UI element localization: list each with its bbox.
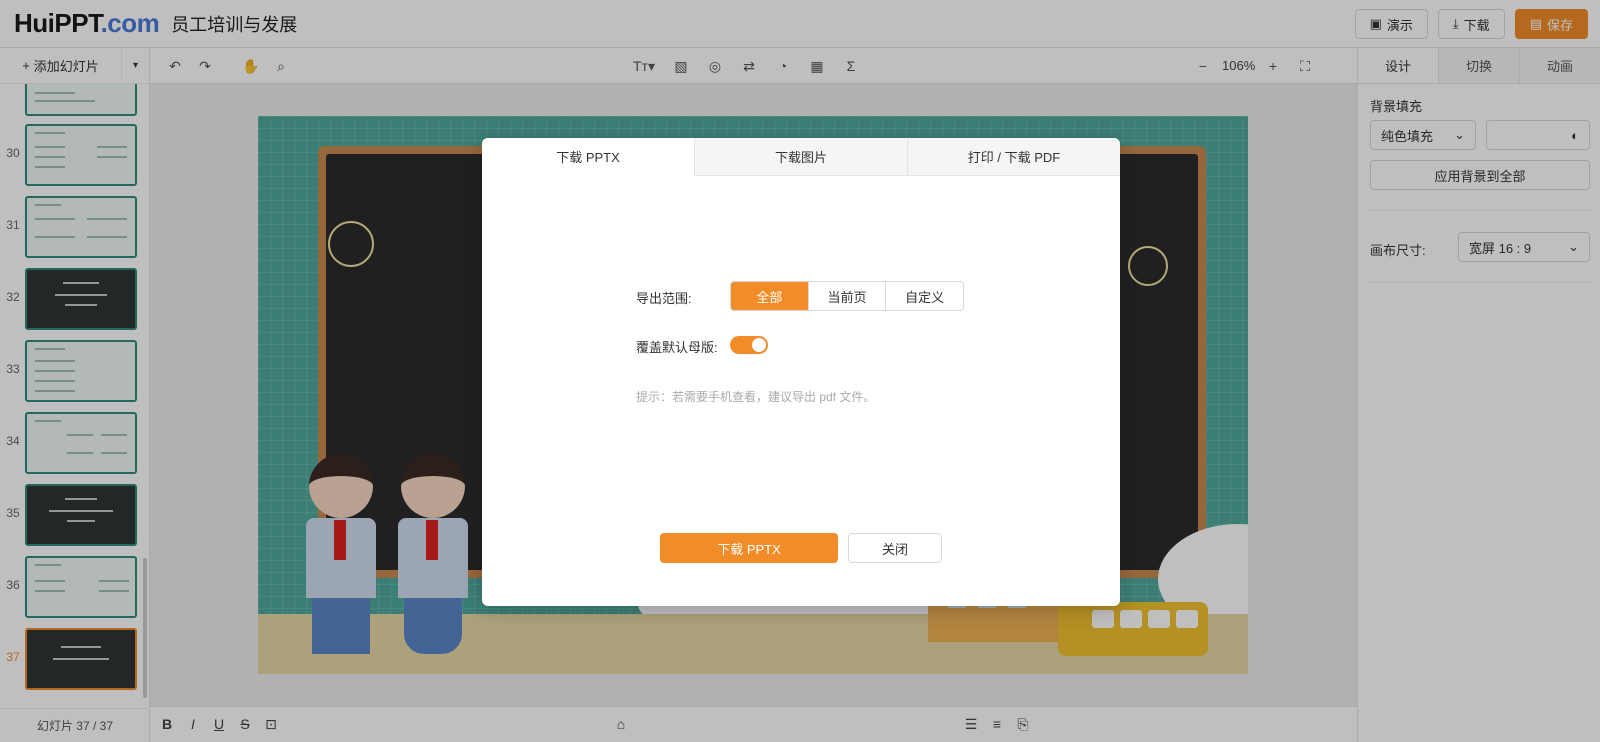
export-hint: 提示：若需要手机查看，建议导出 pdf 文件。	[636, 390, 876, 404]
range-custom-option[interactable]: 自定义	[885, 282, 963, 310]
close-button[interactable]: 关闭	[848, 533, 942, 563]
override-master-toggle[interactable]	[730, 336, 768, 354]
tab-download-pptx[interactable]: 下载 PPTX	[482, 138, 694, 176]
export-dialog: 下载 PPTX 下载图片 打印 / 下载 PDF 导出范围: 全部 当前页 自定…	[482, 138, 1120, 606]
override-master-label: 覆盖默认母版:	[636, 340, 718, 355]
range-all-option[interactable]: 全部	[731, 282, 808, 310]
range-current-option[interactable]: 当前页	[807, 282, 886, 310]
tab-download-image[interactable]: 下载图片	[694, 138, 907, 176]
download-pptx-button[interactable]: 下载 PPTX	[660, 533, 838, 563]
export-range-label: 导出范围:	[636, 291, 692, 306]
tab-print-pdf[interactable]: 打印 / 下载 PDF	[907, 138, 1120, 176]
export-range-segmented: 全部 当前页 自定义	[730, 281, 964, 311]
